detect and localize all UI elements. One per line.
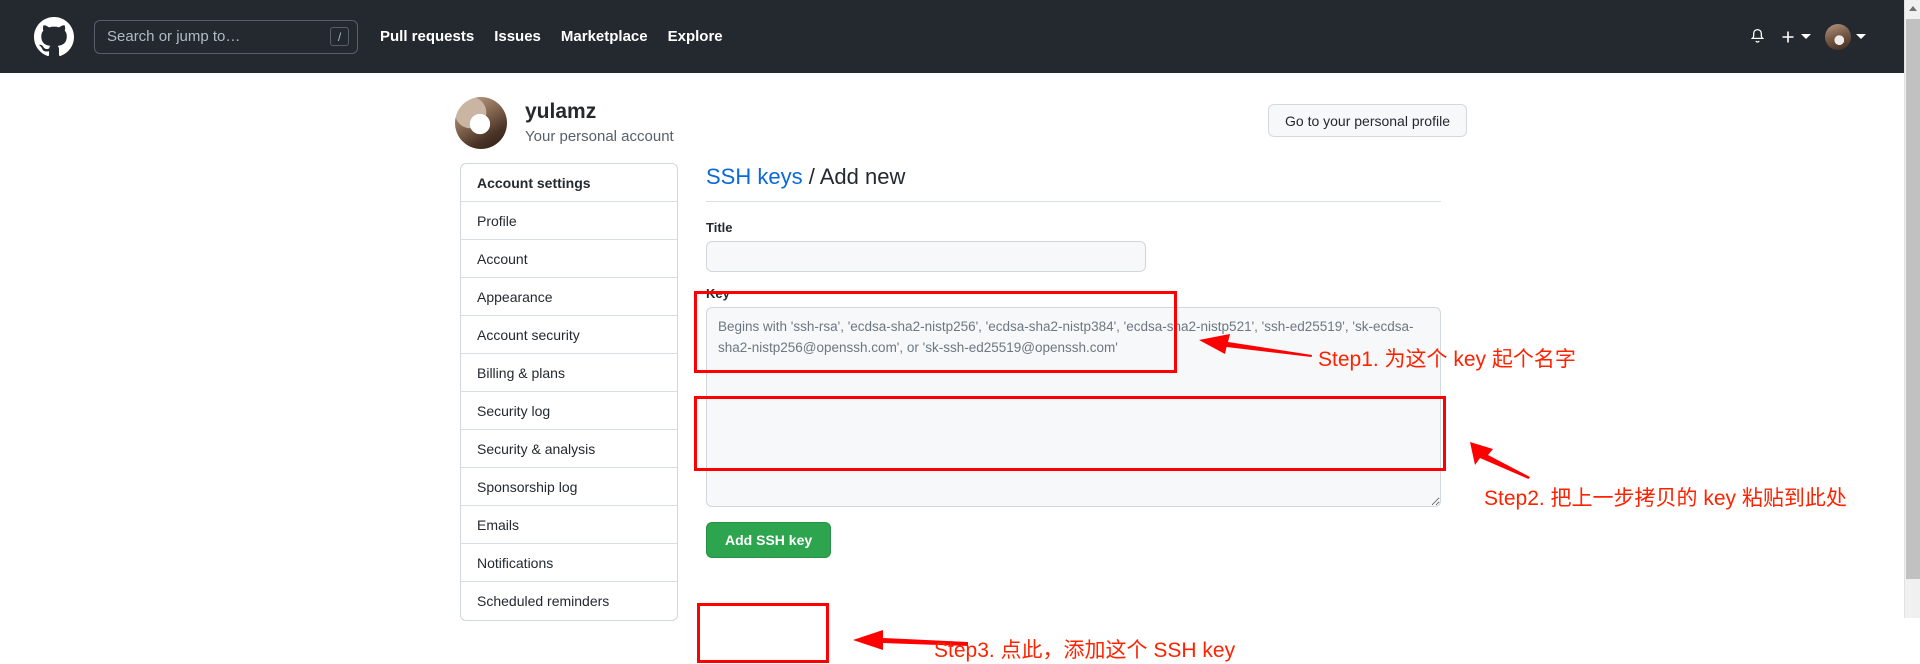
scrollbar-thumb[interactable] (1906, 19, 1920, 579)
sidebar-item-scheduled-reminders[interactable]: Scheduled reminders (461, 582, 677, 620)
github-mark-icon[interactable] (34, 16, 74, 57)
sidebar-item-notifications[interactable]: Notifications (461, 544, 677, 582)
nav-issues[interactable]: Issues (494, 28, 541, 45)
annotation-box-submit-button (697, 603, 829, 663)
sidebar-item-account[interactable]: Account (461, 240, 677, 278)
triangle-up-icon[interactable] (1905, 0, 1920, 17)
key-field-label: Key (706, 285, 730, 301)
page-body: yulamz Your personal account Go to your … (0, 73, 1904, 663)
annotation-text-step3: Step3. 点此，添加这个 SSH key (934, 639, 1236, 662)
settings-sidebar: Account settings Profile Account Appeara… (460, 163, 678, 621)
search-placeholder-text: Search or jump to… (107, 28, 241, 45)
sidebar-item-security-log[interactable]: Security log (461, 392, 677, 430)
title-divider (706, 200, 1441, 202)
breadcrumb-separator: / (808, 164, 815, 189)
profile-username: yulamz (525, 100, 597, 124)
vertical-scrollbar[interactable] (1904, 0, 1920, 618)
global-header: Search or jump to… / Pull requests Issue… (0, 0, 1904, 73)
create-new-button[interactable] (1780, 29, 1811, 45)
annotation-arrow-step2 (1468, 439, 1532, 484)
sidebar-item-account-settings: Account settings (461, 164, 677, 202)
profile-text: yulamz Your personal account (525, 99, 674, 146)
sidebar-item-profile[interactable]: Profile (461, 202, 677, 240)
main-content: SSH keys / Add new Title Key Add SSH key (706, 163, 1441, 558)
bell-icon[interactable] (1749, 28, 1766, 45)
nav-marketplace[interactable]: Marketplace (561, 28, 648, 45)
title-input[interactable] (706, 240, 1146, 272)
key-textarea[interactable] (706, 306, 1441, 507)
breadcrumb-ssh-keys-link[interactable]: SSH keys (706, 164, 803, 189)
title-field-block: Title (706, 220, 1441, 272)
sidebar-item-account-security[interactable]: Account security (461, 316, 677, 354)
avatar[interactable] (455, 97, 507, 149)
breadcrumb: SSH keys / Add new (706, 163, 1441, 201)
plus-icon (1780, 29, 1796, 45)
chevron-down-icon (1801, 34, 1811, 39)
header-nav: Pull requests Issues Marketplace Explore (380, 28, 723, 45)
profile-subtitle: Your personal account (525, 127, 674, 145)
search-input[interactable]: Search or jump to… / (94, 19, 358, 54)
annotation-arrow-step3 (852, 628, 970, 657)
go-to-personal-profile-button[interactable]: Go to your personal profile (1268, 104, 1467, 137)
header-actions (1749, 23, 1884, 50)
account-menu-button[interactable] (1825, 23, 1866, 50)
sidebar-item-billing-and-plans[interactable]: Billing & plans (461, 354, 677, 392)
sidebar-item-security-and-analysis[interactable]: Security & analysis (461, 430, 677, 468)
sidebar-item-appearance[interactable]: Appearance (461, 278, 677, 316)
nav-pull-requests[interactable]: Pull requests (380, 28, 474, 45)
chevron-down-icon (1856, 34, 1866, 39)
sidebar-item-emails[interactable]: Emails (461, 506, 677, 544)
submit-row: Add SSH key (706, 521, 1441, 558)
avatar (1825, 23, 1851, 50)
annotation-text-step2: Step2. 把上一步拷贝的 key 粘贴到此处 (1484, 487, 1847, 510)
nav-explore[interactable]: Explore (668, 28, 723, 45)
breadcrumb-current: Add new (819, 164, 906, 189)
search-shortcut-badge: / (330, 27, 349, 46)
sidebar-item-sponsorship-log[interactable]: Sponsorship log (461, 468, 677, 506)
add-ssh-key-button[interactable]: Add SSH key (706, 521, 832, 558)
key-field-block: Key (706, 286, 1441, 507)
title-field-label: Title (706, 219, 733, 235)
